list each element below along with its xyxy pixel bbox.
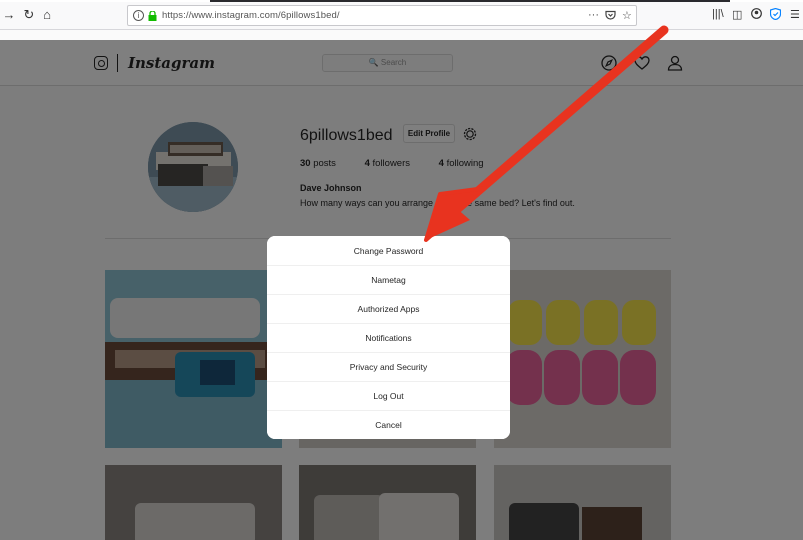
- bookmark-star-icon[interactable]: ☆: [622, 9, 632, 22]
- account-icon[interactable]: [751, 8, 762, 19]
- change-password-button[interactable]: Change Password: [267, 236, 510, 265]
- privacy-security-button[interactable]: Privacy and Security: [267, 352, 510, 381]
- shield-icon[interactable]: [770, 8, 781, 20]
- menu-icon[interactable]: ☰: [790, 8, 800, 21]
- back-icon[interactable]: →: [2, 8, 16, 22]
- pocket-icon[interactable]: [605, 10, 616, 21]
- sidebar-icon[interactable]: ◫: [732, 8, 742, 21]
- log-out-button[interactable]: Log Out: [267, 381, 510, 410]
- home-icon[interactable]: ⌂: [40, 8, 54, 22]
- page-actions-icon[interactable]: ···: [588, 9, 599, 21]
- reload-icon[interactable]: ↻: [22, 8, 36, 22]
- settings-modal: Change Password Nametag Authorized Apps …: [267, 236, 510, 439]
- address-bar[interactable]: i https://www.instagram.com/6pillows1bed…: [127, 5, 637, 26]
- lock-icon: [148, 11, 157, 21]
- authorized-apps-button[interactable]: Authorized Apps: [267, 294, 510, 323]
- browser-toolbar: → ↻ ⌂ i https://www.instagram.com/6pillo…: [0, 0, 803, 30]
- nametag-button[interactable]: Nametag: [267, 265, 510, 294]
- notifications-button[interactable]: Notifications: [267, 323, 510, 352]
- info-icon[interactable]: i: [133, 10, 144, 21]
- library-icon[interactable]: |||\: [712, 8, 724, 20]
- url-text: https://www.instagram.com/6pillows1bed/: [162, 10, 340, 21]
- cancel-button[interactable]: Cancel: [267, 410, 510, 439]
